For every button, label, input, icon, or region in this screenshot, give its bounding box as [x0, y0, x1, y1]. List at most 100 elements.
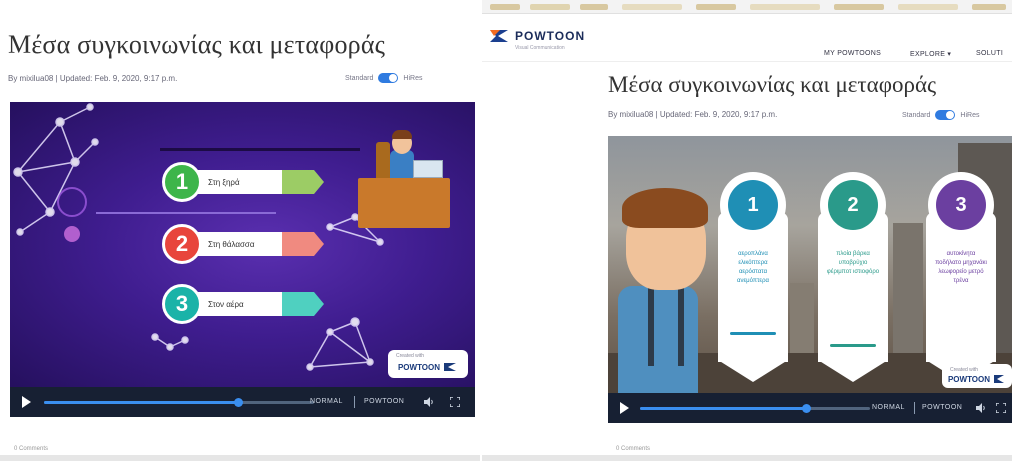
page-title: Μέσα συγκοινωνίας και μεταφοράς	[8, 30, 386, 59]
footer-bar	[482, 455, 1012, 461]
site-header: POWTOON Visual Communication MY POWTOONS…	[482, 14, 1012, 62]
author-meta: By mixilua08 | Updated: Feb. 9, 2020, 9:…	[608, 110, 778, 119]
list-item: Στον αέρα 3	[162, 284, 332, 324]
banner-text: πλοία βάρκα υποβρύχιο φέριμποτ ιστιοφόρο	[826, 251, 880, 275]
bookmark-item[interactable]	[750, 4, 820, 10]
number-badge: 2	[162, 224, 202, 264]
item-label: Στη ξηρά	[208, 177, 240, 187]
info-banner: 1 αεροπλάνα ελικόπτερα αερόστατα ανεμόπτ…	[714, 172, 792, 382]
progress-handle[interactable]	[234, 398, 244, 407]
brand-tagline: Visual Communication	[515, 45, 565, 51]
bookmark-item[interactable]	[834, 4, 884, 10]
brand-link[interactable]: POWTOON	[364, 398, 404, 405]
boy-body-icon	[618, 286, 698, 396]
watermark-name: POWTOON	[397, 362, 441, 372]
bookmark-item[interactable]	[490, 4, 520, 10]
info-banner: 3 αυτοκίνητα ποδήλατο μηχανάκι λεωφορείο…	[922, 172, 1000, 382]
item-image	[282, 170, 314, 194]
strap-icon	[648, 286, 654, 366]
watermark-caption: Created with	[396, 353, 425, 359]
toggle-on-label: HiRes	[403, 74, 423, 82]
watermark-caption: Created with	[950, 367, 979, 373]
bookmark-item[interactable]	[622, 4, 682, 10]
number-badge: 3	[162, 284, 202, 324]
bookmark-item[interactable]	[898, 4, 958, 10]
nav-my-powtoons[interactable]: MY POWTOONS	[824, 50, 881, 57]
list-item: Στη θάλασσα 2	[162, 224, 332, 264]
brand-link[interactable]: POWTOON	[922, 404, 962, 411]
powtoon-logo-icon	[490, 30, 508, 42]
page: Μέσα συγκοινωνίας και μεταφοράς By mixil…	[0, 0, 1012, 463]
toggle-on-label: HiRes	[960, 111, 980, 119]
video-player[interactable]: 1 αεροπλάνα ελικόπτερα αερόστατα ανεμόπτ…	[608, 136, 1012, 423]
toggle-off-label: Standard	[902, 111, 931, 119]
powtoon-watermark[interactable]: Created with POWTOON	[942, 364, 1012, 388]
fullscreen-icon[interactable]	[996, 403, 1006, 413]
progress-bar[interactable]	[640, 404, 870, 413]
boy-hair-icon	[622, 188, 708, 228]
separator	[354, 396, 355, 408]
progress-fill	[640, 407, 806, 410]
right-screenshot-panel: POWTOON Visual Communication MY POWTOONS…	[482, 0, 1012, 463]
person-hair-icon	[392, 130, 412, 139]
progress-handle[interactable]	[801, 404, 811, 413]
toggle-off-label: Standard	[345, 74, 374, 82]
author-meta: By mixilua08 | Updated: Feb. 9, 2020, 9:…	[8, 74, 178, 83]
desk-icon	[358, 178, 450, 228]
brand-name: POWTOON	[515, 29, 586, 43]
banner-underline	[730, 332, 776, 335]
progress-fill	[44, 401, 239, 404]
toggle-switch[interactable]	[935, 110, 956, 120]
powtoon-logo-icon	[994, 375, 1005, 383]
banner-underline	[830, 344, 876, 347]
banner-tip	[718, 360, 788, 382]
separator	[914, 402, 915, 414]
bookmark-item[interactable]	[696, 4, 736, 10]
arrow-icon	[314, 170, 324, 194]
volume-icon[interactable]	[976, 403, 986, 413]
banner-text: αεροπλάνα ελικόπτερα αερόστατα ανεμόπτερ…	[737, 251, 769, 284]
comments-count[interactable]: 0 Comments	[616, 446, 650, 452]
banner-tip	[818, 360, 888, 382]
number-badge: 1	[728, 180, 778, 230]
volume-icon[interactable]	[424, 397, 434, 407]
video-player[interactable]: Στη ξηρά 1 Στη θάλασσα 2 Στον αέρα 3 Cre…	[10, 102, 475, 417]
item-image	[282, 232, 314, 256]
play-icon[interactable]	[620, 402, 629, 414]
powtoon-watermark[interactable]: Created with POWTOON	[388, 350, 468, 378]
left-screenshot-panel: Μέσα συγκοινωνίας και μεταφοράς By mixil…	[0, 0, 480, 463]
bookmark-item[interactable]	[972, 4, 1006, 10]
page-title: Μέσα συγκοινωνίας και μεταφοράς	[608, 72, 937, 97]
info-banner: 2 πλοία βάρκα υποβρύχιο φέριμποτ ιστιοφό…	[814, 172, 892, 382]
fullscreen-icon[interactable]	[450, 397, 460, 407]
bookmark-item[interactable]	[580, 4, 608, 10]
arrow-icon	[314, 232, 324, 256]
item-image	[282, 292, 314, 316]
speed-button[interactable]: NORMAL	[872, 404, 905, 411]
video-frame: 1 αεροπλάνα ελικόπτερα αερόστατα ανεμόπτ…	[608, 136, 1012, 396]
arrow-icon	[314, 292, 324, 316]
number-badge: 2	[828, 180, 878, 230]
comments-count[interactable]: 0 Comments	[14, 446, 48, 452]
speed-button[interactable]: NORMAL	[310, 398, 343, 405]
video-frame: Στη ξηρά 1 Στη θάλασσα 2 Στον αέρα 3 Cre…	[10, 102, 475, 387]
item-label: Στη θάλασσα	[208, 239, 255, 249]
watermark-name: POWTOON	[947, 374, 991, 384]
bookmarks-bar	[482, 0, 1012, 14]
banner-text: αυτοκίνητα ποδήλατο μηχανάκι λεωφορείο μ…	[935, 251, 987, 284]
person-icon	[390, 150, 414, 180]
nav-solutions[interactable]: SOLUTI	[976, 50, 1003, 57]
bookmark-item[interactable]	[530, 4, 570, 10]
divider-line	[160, 148, 360, 151]
play-icon[interactable]	[22, 396, 31, 408]
number-badge: 1	[162, 162, 202, 202]
list-item: Στη ξηρά 1	[162, 162, 332, 202]
nav-explore[interactable]: EXPLORE ▾	[910, 50, 951, 58]
progress-bar[interactable]	[44, 398, 314, 407]
strap-icon	[678, 286, 684, 366]
quality-toggle[interactable]: Standard HiRes	[345, 73, 422, 83]
player-controls: NORMAL POWTOON	[608, 393, 1012, 423]
brand-logo[interactable]: POWTOON	[490, 28, 585, 44]
toggle-switch[interactable]	[378, 73, 399, 83]
quality-toggle[interactable]: Standard HiRes	[902, 110, 979, 120]
